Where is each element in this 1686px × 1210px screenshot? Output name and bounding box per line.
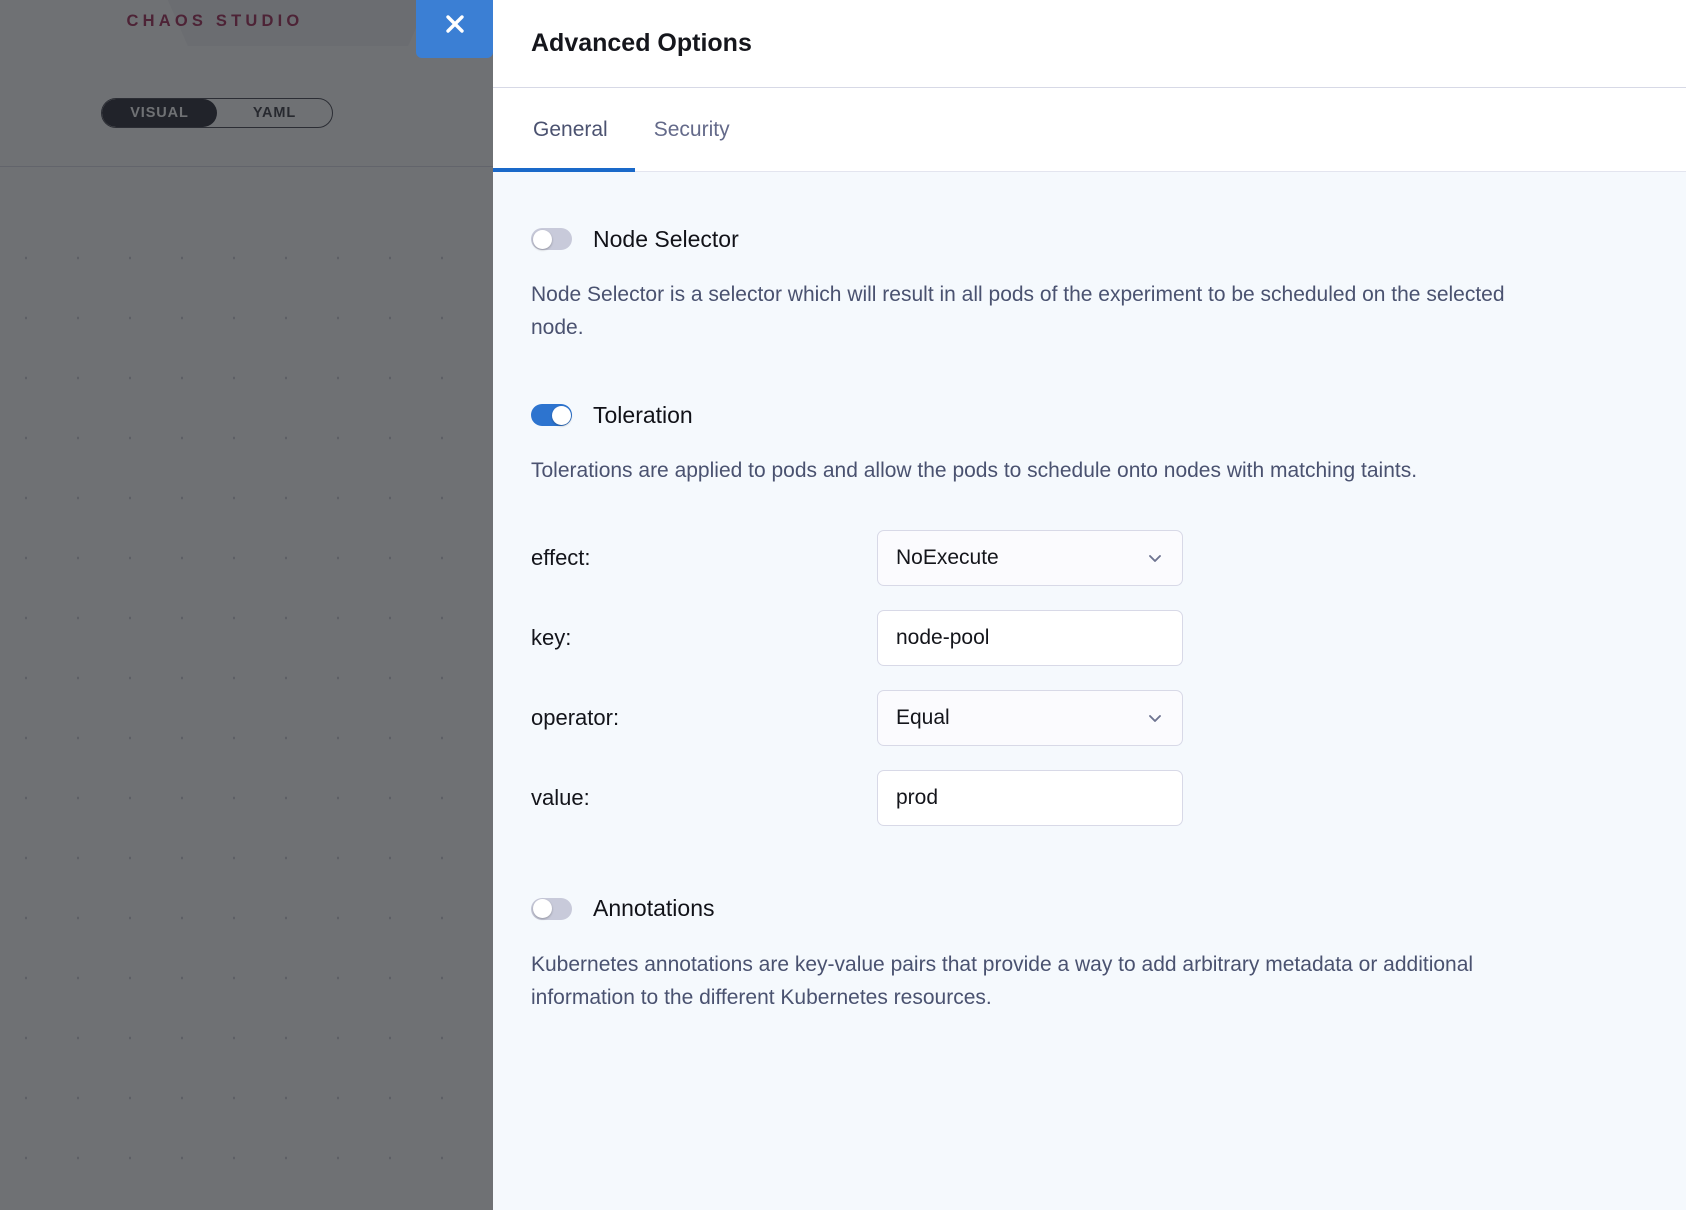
tab-bar: General Security bbox=[493, 88, 1686, 172]
toleration-toggle[interactable] bbox=[531, 404, 572, 426]
section-spacer bbox=[531, 856, 1648, 890]
tab-general[interactable]: General bbox=[531, 118, 610, 142]
key-input[interactable] bbox=[877, 610, 1183, 666]
node-selector-header: Node Selector bbox=[531, 220, 1648, 258]
toggle-knob bbox=[533, 899, 552, 918]
section-annotations: Annotations Kubernetes annotations are k… bbox=[531, 890, 1648, 1014]
value-input[interactable] bbox=[877, 770, 1183, 826]
chevron-down-icon bbox=[1144, 707, 1166, 729]
section-spacer bbox=[531, 362, 1648, 396]
page-title: Advanced Options bbox=[531, 29, 752, 58]
panel-header: Advanced Options bbox=[493, 0, 1686, 88]
toggle-knob bbox=[533, 230, 552, 249]
annotations-header: Annotations bbox=[531, 890, 1648, 928]
close-icon bbox=[440, 9, 470, 39]
close-button[interactable] bbox=[416, 0, 493, 58]
effect-value: NoExecute bbox=[896, 547, 999, 568]
annotations-description: Kubernetes annotations are key-value pai… bbox=[531, 948, 1526, 1014]
field-row-value: value: bbox=[531, 758, 1648, 838]
active-tab-indicator bbox=[493, 168, 635, 172]
annotations-toggle[interactable] bbox=[531, 898, 572, 920]
node-selector-label: Node Selector bbox=[593, 226, 739, 253]
toleration-fields: effect: NoExecute key: operato bbox=[531, 518, 1648, 838]
tab-security[interactable]: Security bbox=[652, 118, 732, 142]
operator-label: operator: bbox=[531, 705, 877, 731]
field-row-effect: effect: NoExecute bbox=[531, 518, 1648, 598]
effect-label: effect: bbox=[531, 545, 877, 571]
value-label: value: bbox=[531, 785, 877, 811]
operator-select[interactable]: Equal bbox=[877, 690, 1183, 746]
effect-select[interactable]: NoExecute bbox=[877, 530, 1183, 586]
node-selector-toggle[interactable] bbox=[531, 228, 572, 250]
field-row-operator: operator: Equal bbox=[531, 678, 1648, 758]
modal-backdrop-overlay[interactable] bbox=[0, 0, 530, 1210]
field-row-key: key: bbox=[531, 598, 1648, 678]
screen-root: CHAOS STUDIO VISUAL YAML Advanced Option… bbox=[0, 0, 1686, 1210]
advanced-options-panel: Advanced Options General Security Node S… bbox=[493, 0, 1686, 1210]
section-toleration: Toleration Tolerations are applied to po… bbox=[531, 396, 1648, 837]
operator-value: Equal bbox=[896, 707, 950, 728]
toggle-knob bbox=[552, 406, 571, 425]
toleration-header: Toleration bbox=[531, 396, 1648, 434]
key-label: key: bbox=[531, 625, 877, 651]
section-node-selector: Node Selector Node Selector is a selecto… bbox=[531, 220, 1648, 344]
toleration-label: Toleration bbox=[593, 402, 693, 429]
chevron-down-icon bbox=[1144, 547, 1166, 569]
annotations-label: Annotations bbox=[593, 895, 714, 922]
panel-body: Node Selector Node Selector is a selecto… bbox=[493, 172, 1686, 1210]
toleration-description: Tolerations are applied to pods and allo… bbox=[531, 454, 1526, 487]
node-selector-description: Node Selector is a selector which will r… bbox=[531, 278, 1526, 344]
